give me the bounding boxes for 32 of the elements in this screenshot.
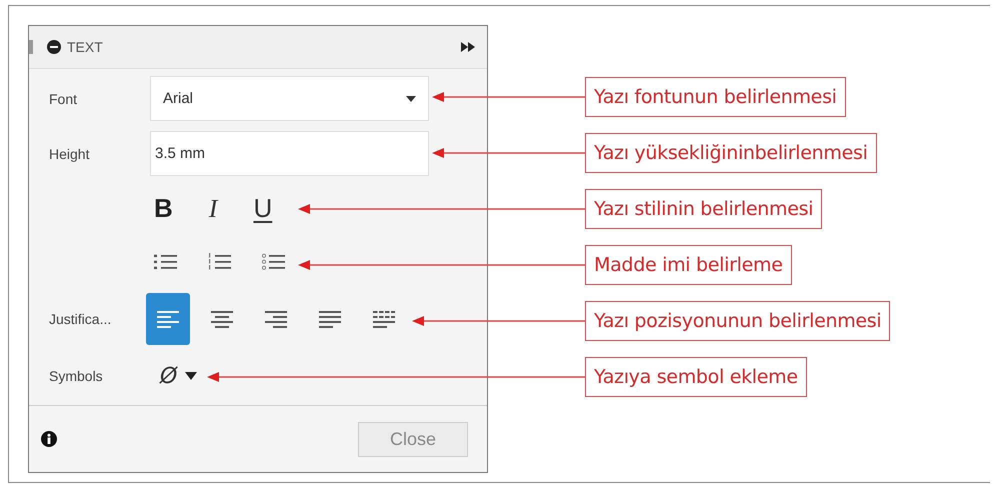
justification-label: Justifica... [48, 310, 112, 326]
grip-icon[interactable] [29, 40, 33, 54]
expand-icon[interactable] [461, 42, 475, 52]
dropdown-caret-icon [406, 96, 416, 102]
collapse-icon[interactable] [47, 40, 61, 54]
font-label: Font [48, 90, 78, 106]
align-center-icon [211, 310, 233, 328]
symbol-button[interactable]: Ø [150, 364, 178, 388]
align-left-icon [157, 310, 179, 328]
align-right-icon [265, 310, 287, 328]
callout-label: Madde imi belirleme [585, 245, 792, 285]
callout-label: Yazı fontunun belirlenmesi [585, 77, 846, 117]
dropdown-caret-icon[interactable] [185, 372, 198, 380]
lettered-list-icon [261, 252, 285, 270]
info-icon[interactable] [41, 431, 57, 447]
bullet-list-icon [153, 252, 177, 270]
underline-button[interactable]: U [249, 193, 276, 224]
italic-button[interactable]: I [204, 194, 222, 224]
bold-button[interactable]: B [150, 193, 177, 224]
font-dropdown[interactable]: Arial [150, 76, 429, 121]
callout-label: Yazıya sembol ekleme [585, 357, 807, 397]
panel-title: TEXT [67, 39, 104, 55]
height-label: Height [48, 146, 90, 162]
align-left-button[interactable] [146, 292, 190, 344]
symbols-label: Symbols [48, 368, 104, 384]
callout-label: Yazı pozisyonunun belirlenmesi [585, 301, 890, 341]
align-justify-icon [319, 310, 341, 328]
height-field[interactable]: 3.5 mm [150, 131, 429, 176]
callout-label: Yazı yüksekliğininbelirlenmesi [585, 133, 877, 173]
numbered-list-icon [207, 252, 231, 270]
align-distributed-icon [373, 310, 395, 328]
callout-label: Yazı stilinin belirlenmesi [585, 189, 822, 229]
